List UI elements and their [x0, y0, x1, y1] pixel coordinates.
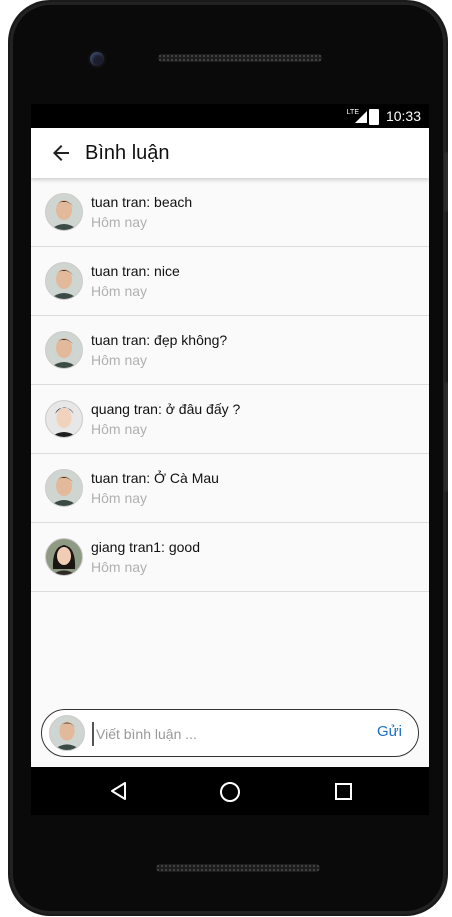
volume-button — [444, 382, 448, 492]
comment-text: tuan tran: nice — [91, 263, 180, 279]
comment-text: quang tran: ở đâu đấy ? — [91, 401, 241, 417]
comment-item[interactable]: tuan tran: nice Hôm nay — [31, 247, 429, 316]
user-avatar[interactable] — [45, 193, 83, 231]
comment-input[interactable] — [92, 722, 358, 746]
comment-time: Hôm nay — [91, 214, 148, 230]
comment-item[interactable]: giang tran1: good Hôm nay — [31, 523, 429, 592]
comment-time: Hôm nay — [91, 559, 148, 575]
current-user-avatar — [49, 715, 85, 751]
comment-composer: Gửi — [41, 709, 419, 757]
comment-text: tuan tran: beach — [91, 194, 193, 210]
comment-time: Hôm nay — [91, 421, 148, 437]
arrow-back-icon[interactable] — [49, 141, 73, 165]
front-camera — [90, 52, 104, 66]
earpiece-speaker — [158, 54, 322, 62]
user-avatar[interactable] — [45, 262, 83, 300]
nav-back-icon[interactable] — [109, 781, 129, 801]
user-avatar[interactable] — [45, 331, 83, 369]
signal-icon — [355, 111, 367, 123]
page-title: Bình luận — [85, 142, 170, 164]
send-button[interactable]: Gửi — [377, 723, 402, 740]
comment-time: Hôm nay — [91, 490, 148, 506]
battery-icon — [369, 109, 379, 125]
system-nav-bar — [31, 767, 429, 815]
comment-item[interactable]: tuan tran: Ở Cà Mau Hôm nay — [31, 454, 429, 523]
nav-home-icon[interactable] — [220, 782, 240, 802]
comment-text: tuan tran: Ở Cà Mau — [91, 470, 219, 486]
comment-time: Hôm nay — [91, 283, 148, 299]
comment-text: tuan tran: đẹp không? — [91, 332, 228, 348]
clock: 10:33 — [385, 108, 421, 124]
comment-time: Hôm nay — [91, 352, 148, 368]
power-button — [444, 152, 448, 212]
app-bar: Bình luận — [31, 128, 429, 178]
user-avatar[interactable] — [45, 538, 83, 576]
comment-item[interactable]: tuan tran: đẹp không? Hôm nay — [31, 316, 429, 385]
comment-list: tuan tran: beach Hôm nay tuan tran: nice… — [31, 178, 429, 592]
nav-recents-icon[interactable] — [335, 783, 352, 800]
comment-item[interactable]: tuan tran: beach Hôm nay — [31, 178, 429, 247]
user-avatar[interactable] — [45, 469, 83, 507]
screen: LTE 10:33 Bình luận tuan tran: beach Hôm… — [31, 104, 429, 767]
bottom-speaker — [156, 864, 320, 872]
user-avatar[interactable] — [45, 400, 83, 438]
status-bar: LTE 10:33 — [31, 104, 429, 128]
comment-item[interactable]: quang tran: ở đâu đấy ? Hôm nay — [31, 385, 429, 454]
comment-text: giang tran1: good — [91, 539, 200, 555]
